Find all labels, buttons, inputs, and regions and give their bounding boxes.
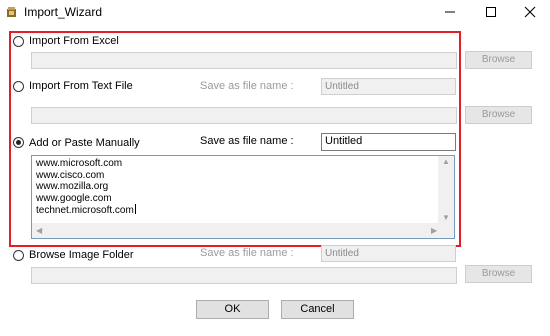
scroll-down-icon[interactable]: ▼	[442, 214, 450, 222]
excel-path-field[interactable]	[31, 52, 457, 69]
imagefolder-save-as-label: Save as file name :	[200, 247, 294, 259]
radio-import-text-file[interactable]	[13, 81, 24, 92]
import-text-file-label: Import From Text File	[29, 80, 133, 92]
radio-selected-dot	[16, 140, 21, 145]
textfile-path-field[interactable]	[31, 107, 457, 124]
text-caret	[134, 204, 136, 214]
manual-save-as-label: Save as file name :	[200, 135, 294, 147]
manual-entry-line: www.mozilla.org	[36, 181, 109, 192]
window-title: Import_Wizard	[24, 5, 103, 19]
manual-entry-line-text: technet.microsoft.com	[36, 205, 134, 216]
manual-entry-textarea[interactable]: www.microsoft.com www.cisco.com www.mozi…	[31, 155, 455, 239]
radio-browse-image-folder[interactable]	[13, 250, 24, 261]
add-manually-label: Add or Paste Manually	[29, 137, 140, 149]
textfile-browse-button[interactable]: Browse	[465, 106, 532, 124]
radio-add-manually[interactable]	[13, 137, 24, 148]
scroll-right-icon[interactable]: ▶	[431, 227, 437, 235]
imagefolder-browse-button[interactable]: Browse	[465, 265, 532, 283]
imagefolder-save-as-field[interactable]: Untitled	[321, 245, 456, 262]
maximize-icon	[486, 7, 496, 17]
import-excel-label: Import From Excel	[29, 35, 119, 47]
manual-entry-line: www.cisco.com	[36, 169, 105, 181]
cancel-button[interactable]: Cancel	[281, 300, 354, 319]
manual-entry-lines: www.microsoft.com www.cisco.com www.mozi…	[36, 158, 136, 217]
browse-image-folder-label: Browse Image Folder	[29, 249, 134, 261]
imagefolder-path-field[interactable]	[31, 267, 457, 284]
manual-entry-line-last: technet.microsoft.com	[36, 204, 136, 217]
app-icon	[7, 7, 16, 17]
textfile-save-as-label: Save as file name :	[200, 80, 294, 92]
close-button[interactable]	[510, 0, 550, 24]
ok-button[interactable]: OK	[196, 300, 269, 319]
textfile-save-as-field[interactable]: Untitled	[321, 78, 456, 95]
horizontal-scrollbar[interactable]: ◀ ▶	[32, 223, 454, 238]
close-icon	[524, 6, 536, 18]
manual-entry-line: www.google.com	[36, 192, 112, 204]
manual-entry-line: www.microsoft.com	[36, 158, 123, 169]
minimize-button[interactable]	[430, 0, 470, 24]
excel-browse-button[interactable]: Browse	[465, 51, 532, 69]
radio-import-excel[interactable]	[13, 36, 24, 47]
scroll-left-icon[interactable]: ◀	[36, 227, 42, 235]
minimize-icon	[445, 11, 455, 13]
maximize-button[interactable]	[471, 0, 511, 24]
manual-save-as-field[interactable]: Untitled	[321, 133, 456, 151]
title-bar: Import_Wizard	[0, 0, 550, 24]
scroll-up-icon[interactable]: ▲	[442, 158, 450, 166]
vertical-scrollbar[interactable]: ▲ ▼	[438, 156, 454, 224]
